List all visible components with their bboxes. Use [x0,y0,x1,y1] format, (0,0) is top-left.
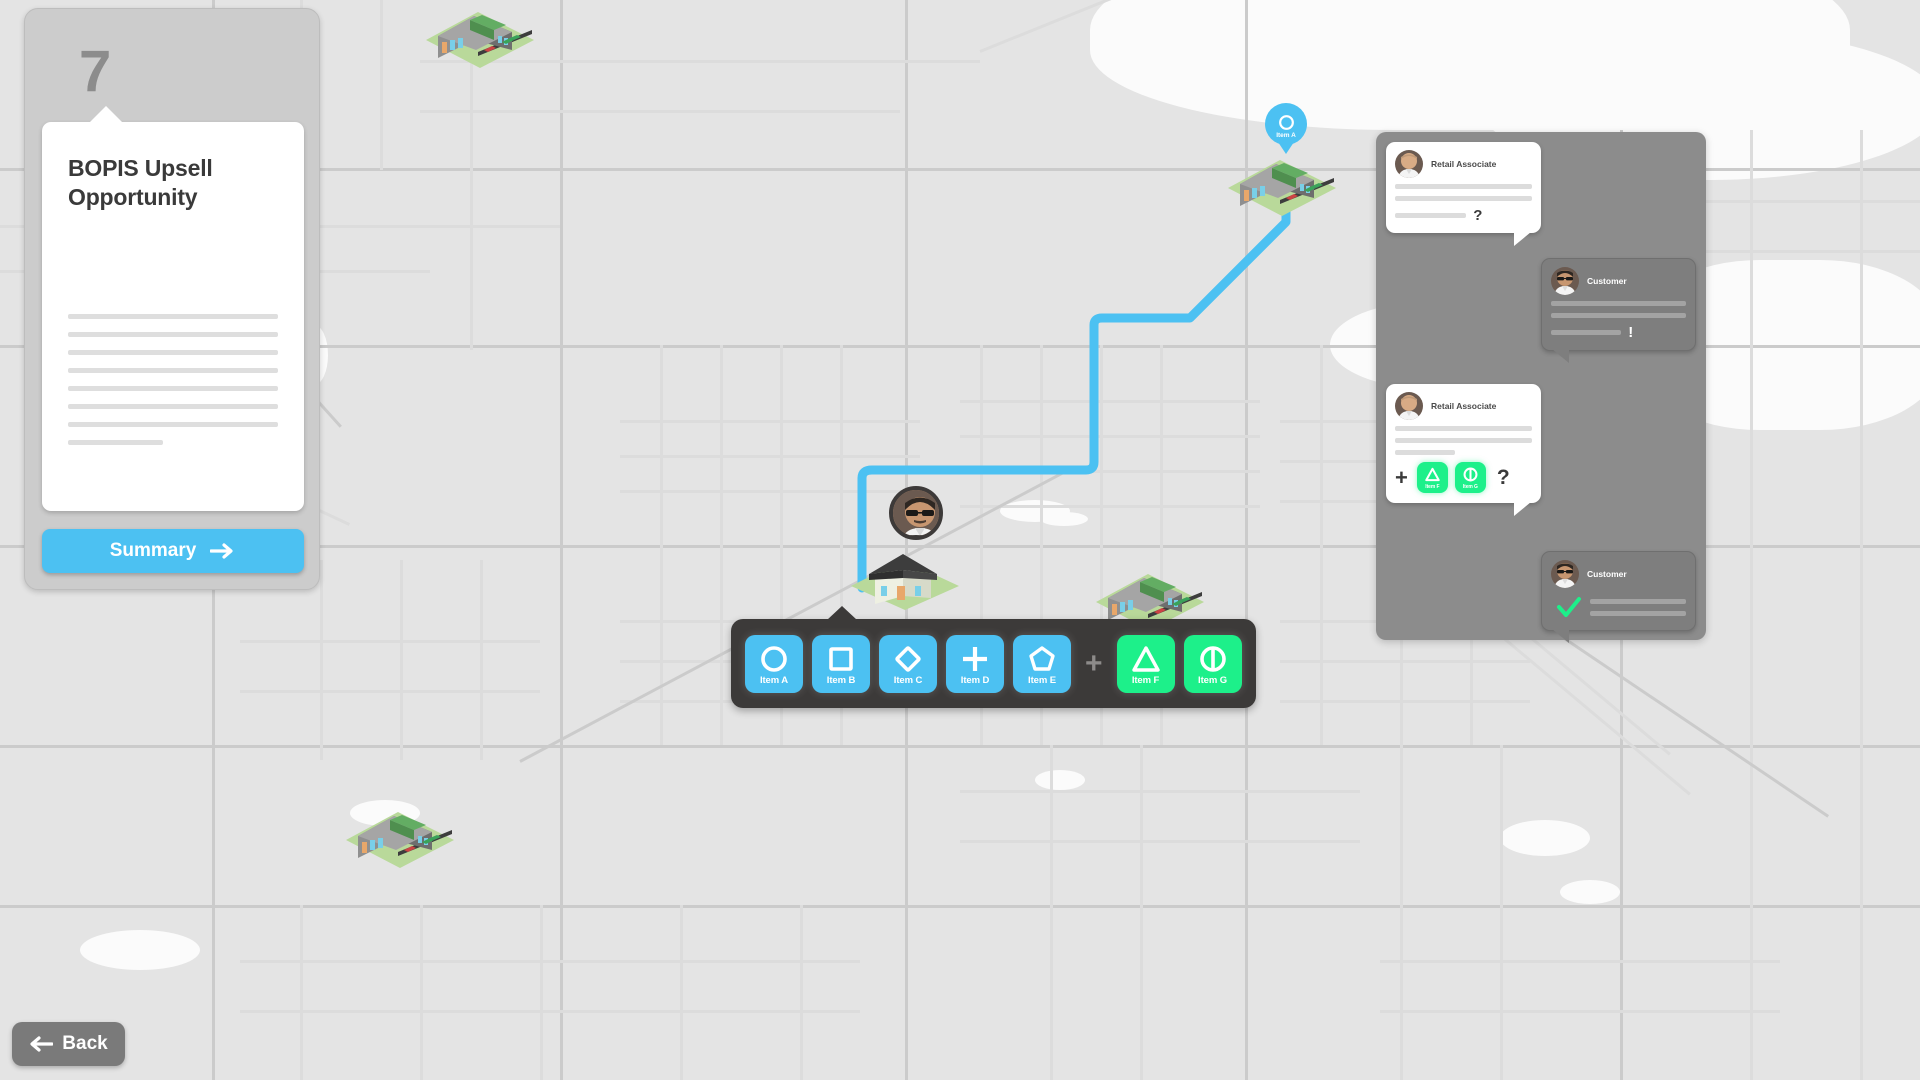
circle-icon [1278,114,1294,130]
text-line [68,314,278,319]
info-card: BOPIS Upsell Opportunity [42,106,304,511]
chat-bubble-body: + Item F Item G ? [1386,422,1541,503]
chat-sender-name: Retail Associate [1431,401,1497,411]
item-chip-label: Item B [826,674,856,686]
chat-item-chip-row: + Item F Item G ? [1395,462,1532,493]
chat-bubble-customer-confirm: Customer [1541,551,1696,643]
item-chip-b[interactable]: Item B [812,634,870,693]
page-title: BOPIS Upsell Opportunity [68,155,213,210]
chat-bubble-header: Retail Associate [1386,384,1541,422]
toolbar-separator: + [1085,646,1103,680]
item-chip-c[interactable]: Item C [879,634,937,693]
item-chip-f[interactable]: Item F [1116,634,1175,693]
chat-bubble-header: Retail Associate [1386,142,1541,180]
item-chip-label: Item A [759,674,789,686]
step-panel: 7 BOPIS Upsell Opportunity Summary [24,8,320,590]
text-line [1395,450,1456,455]
chat-punctuation: ! [1628,324,1634,341]
avatar [1395,150,1423,178]
arrow-right-icon [210,543,233,559]
chat-bubble-associate-offer: Retail Associate + Item F Item G ? [1386,384,1541,516]
chat-item-chip-label: Item F [1425,484,1440,490]
item-toolbar: Item A Item B Item C Item D Item E + Ite… [731,606,1256,708]
text-line [68,350,278,355]
item-chip-e[interactable]: Item E [1013,634,1071,693]
summary-button-label: Summary [109,540,197,561]
triangle-icon [1131,645,1160,672]
conversation-panel: Retail Associate ? Customer ! Retail Ass… [1376,132,1706,643]
circle-split-icon [1199,645,1226,672]
circle-icon [761,645,787,672]
chat-bubble-body [1542,590,1695,630]
text-line [68,422,278,427]
card-body-placeholder [68,314,278,458]
avatar [1551,560,1579,588]
item-chip-label: Item G [1198,674,1228,686]
text-line [1395,213,1467,218]
item-chip-d[interactable]: Item D [946,634,1004,693]
text-line [1395,438,1532,443]
item-chip-g[interactable]: Item G [1183,634,1242,693]
chat-bubble-body: ! [1542,297,1695,350]
chat-punctuation: ? [1496,466,1510,489]
text-line [68,386,278,391]
chat-sender-name: Customer [1587,276,1627,286]
triangle-icon [1425,467,1440,482]
text-line [1551,313,1686,318]
item-chip-label: Item D [960,674,990,686]
step-number: 7 [79,39,112,104]
check-icon [1557,597,1581,617]
text-line [1551,330,1622,335]
avatar [1395,392,1423,420]
item-chip-a[interactable]: Item A [745,634,803,693]
chat-bubble-header: Customer [1542,259,1695,297]
chat-item-chip-g[interactable]: Item G [1454,462,1486,493]
text-line [68,368,278,373]
summary-button[interactable]: Summary [42,529,304,573]
diamond-icon [895,645,921,672]
text-line [68,440,163,445]
text-line [1551,301,1686,306]
text-line [1590,610,1686,616]
text-line [1590,598,1686,604]
chat-sender-name: Retail Associate [1431,159,1497,169]
item-chip-label: Item F [1131,674,1160,686]
chip-row-prefix: + [1395,464,1408,490]
text-line [1395,426,1532,431]
chat-item-chip-label: Item G [1462,484,1478,490]
square-icon [829,646,853,671]
chat-bubble-header: Customer [1542,552,1695,590]
circle-split-icon [1463,467,1478,482]
arrow-left-icon [30,1036,54,1052]
store-item-pin[interactable]: Item A [1265,103,1307,145]
text-line [1395,184,1532,189]
back-button[interactable]: Back [12,1022,125,1066]
chat-bubble-body: ? [1386,180,1541,233]
chat-bubble-customer: Customer ! [1541,258,1696,363]
chat-bubble-associate: Retail Associate ? [1386,142,1541,246]
back-button-label: Back [62,1033,108,1054]
avatar [1551,267,1579,295]
item-chip-label: Item C [893,674,923,686]
plus-icon [963,646,987,671]
item-chip-label: Item E [1028,674,1056,686]
text-line [1395,196,1532,201]
chat-punctuation: ? [1473,207,1483,224]
chat-sender-name: Customer [1587,569,1627,579]
map-pin-label: Item A [1276,131,1296,139]
pentagon-icon [1029,645,1055,671]
app-root: Item A 7 BOPIS Upsell Opportunity Summar… [0,0,1920,1080]
text-line [68,332,278,337]
chat-item-chip-f[interactable]: Item F [1416,462,1448,493]
customer-avatar-marker[interactable] [889,486,943,540]
text-line [68,404,278,409]
